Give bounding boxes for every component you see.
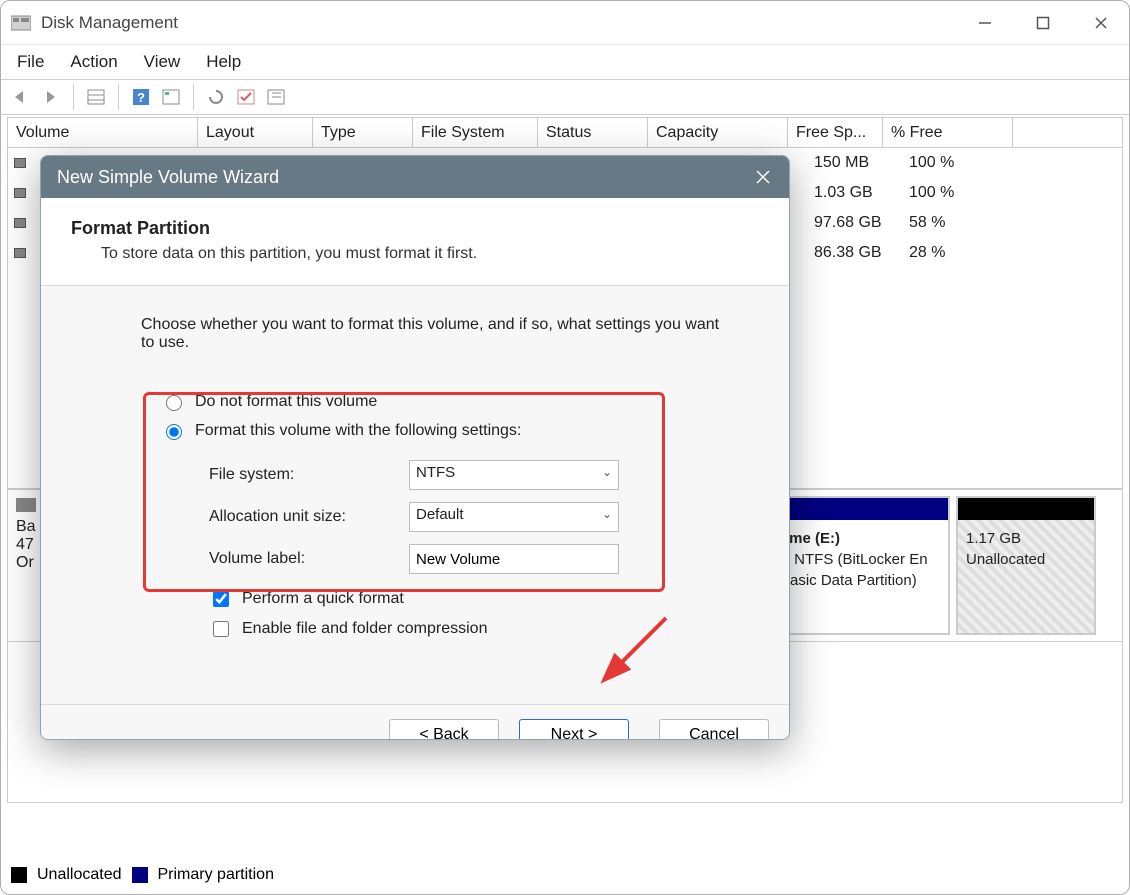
volume-icon bbox=[14, 218, 26, 228]
menu-view[interactable]: View bbox=[144, 52, 181, 72]
label-volume: Volume label: bbox=[209, 550, 409, 568]
volume-icon bbox=[14, 248, 26, 258]
checkbox-quick-format-input[interactable] bbox=[213, 591, 229, 607]
radio-no-format[interactable]: Do not format this volume bbox=[161, 392, 729, 411]
wizard-dialog: New Simple Volume Wizard Format Partitio… bbox=[40, 155, 790, 740]
wizard-titlebar: New Simple Volume Wizard bbox=[41, 156, 789, 198]
label-alloc: Allocation unit size: bbox=[209, 508, 409, 526]
col-status[interactable]: Status bbox=[538, 118, 648, 147]
volume-icon bbox=[14, 158, 26, 168]
checkbox-compression-input[interactable] bbox=[213, 621, 229, 637]
checkbox-quick-format[interactable]: Perform a quick format bbox=[209, 588, 729, 610]
disk-icon bbox=[16, 498, 36, 512]
check-icon[interactable] bbox=[234, 85, 258, 109]
legend-unallocated-icon bbox=[11, 867, 27, 883]
toolbar: ? bbox=[1, 79, 1129, 115]
radio-no-format-input[interactable] bbox=[166, 395, 182, 411]
table-header: Volume Layout Type File System Status Ca… bbox=[8, 118, 1122, 148]
wizard-intro: Choose whether you want to format this v… bbox=[141, 316, 729, 352]
menu-file[interactable]: File bbox=[17, 52, 44, 72]
list-icon[interactable] bbox=[159, 85, 183, 109]
window-title: Disk Management bbox=[41, 13, 178, 33]
checkbox-compression[interactable]: Enable file and folder compression bbox=[209, 618, 729, 640]
partition-unallocated[interactable]: 1.17 GB Unallocated bbox=[956, 496, 1096, 635]
wizard-heading: Format Partition bbox=[71, 218, 759, 239]
radio-format[interactable]: Format this volume with the following se… bbox=[161, 421, 729, 440]
properties-icon[interactable] bbox=[264, 85, 288, 109]
col-capacity[interactable]: Capacity bbox=[648, 118, 788, 147]
radio-format-label: Format this volume with the following se… bbox=[195, 422, 521, 440]
col-layout[interactable]: Layout bbox=[198, 118, 313, 147]
input-volume-label[interactable] bbox=[409, 544, 619, 574]
select-filesystem[interactable]: NTFS bbox=[409, 460, 619, 490]
svg-text:?: ? bbox=[137, 90, 145, 105]
checkbox-quick-format-label: Perform a quick format bbox=[242, 590, 404, 608]
refresh-icon[interactable] bbox=[204, 85, 228, 109]
menubar: File Action View Help bbox=[1, 45, 1129, 79]
col-pct[interactable]: % Free bbox=[883, 118, 1013, 147]
maximize-button[interactable] bbox=[1031, 11, 1055, 35]
partition-detail: B NTFS (BitLocker En bbox=[780, 551, 928, 568]
legend-primary-icon bbox=[132, 867, 148, 883]
legend: Unallocated Primary partition bbox=[11, 866, 274, 884]
label-filesystem: File system: bbox=[209, 466, 409, 484]
legend-unallocated-label: Unallocated bbox=[37, 866, 122, 884]
wizard-title: New Simple Volume Wizard bbox=[57, 167, 279, 188]
menu-action[interactable]: Action bbox=[70, 52, 117, 72]
wizard-subheading: To store data on this partition, you mus… bbox=[101, 245, 759, 263]
forward-icon[interactable] bbox=[39, 85, 63, 109]
back-icon[interactable] bbox=[9, 85, 33, 109]
col-filesystem[interactable]: File System bbox=[413, 118, 538, 147]
cancel-button[interactable]: Cancel bbox=[659, 719, 769, 741]
radio-no-format-label: Do not format this volume bbox=[195, 393, 377, 411]
back-button[interactable]: < Back bbox=[389, 719, 499, 741]
format-settings: File system: NTFS Allocation unit size: … bbox=[209, 454, 729, 580]
radio-format-input[interactable] bbox=[166, 424, 182, 440]
close-button[interactable] bbox=[1089, 11, 1113, 35]
next-button[interactable]: Next > bbox=[519, 719, 629, 741]
wizard-body: Choose whether you want to format this v… bbox=[41, 286, 789, 704]
select-alloc[interactable]: Default bbox=[409, 502, 619, 532]
checkbox-compression-label: Enable file and folder compression bbox=[242, 620, 487, 638]
unallocated-size: 1.17 GB bbox=[966, 530, 1021, 547]
minimize-button[interactable] bbox=[973, 11, 997, 35]
menu-help[interactable]: Help bbox=[206, 52, 241, 72]
grid-icon[interactable] bbox=[84, 85, 108, 109]
legend-primary-label: Primary partition bbox=[158, 866, 274, 884]
partition-e[interactable]: ume (E:) B NTFS (BitLocker En Basic Data… bbox=[770, 496, 950, 635]
volume-icon bbox=[14, 188, 26, 198]
col-free[interactable]: Free Sp... bbox=[788, 118, 883, 147]
col-volume[interactable]: Volume bbox=[8, 118, 198, 147]
titlebar: Disk Management bbox=[1, 1, 1129, 45]
wizard-footer: < Back Next > Cancel bbox=[41, 704, 789, 740]
col-type[interactable]: Type bbox=[313, 118, 413, 147]
unallocated-label: Unallocated bbox=[966, 551, 1045, 568]
app-icon bbox=[11, 14, 31, 32]
partition-detail: Basic Data Partition) bbox=[780, 572, 917, 589]
wizard-header: Format Partition To store data on this p… bbox=[41, 198, 789, 286]
wizard-close-button[interactable] bbox=[753, 167, 773, 187]
help-icon[interactable]: ? bbox=[129, 85, 153, 109]
